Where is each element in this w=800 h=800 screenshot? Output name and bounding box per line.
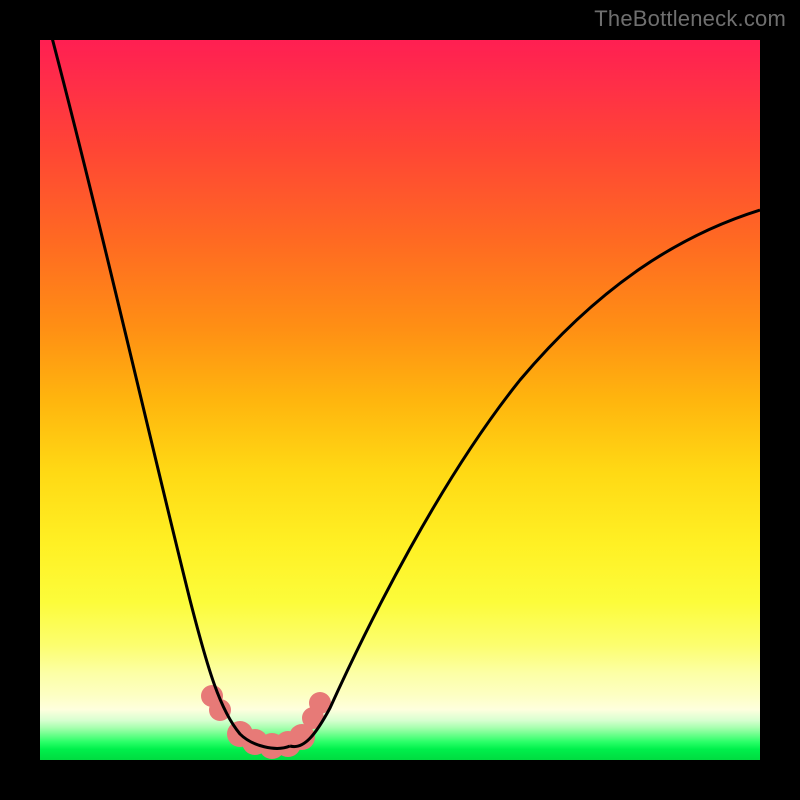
curve-left xyxy=(50,40,290,748)
watermark-text: TheBottleneck.com xyxy=(594,6,786,32)
curve-layer xyxy=(40,40,760,760)
curve-right xyxy=(290,210,760,747)
chart-frame: TheBottleneck.com xyxy=(0,0,800,800)
plot-area xyxy=(40,40,760,760)
